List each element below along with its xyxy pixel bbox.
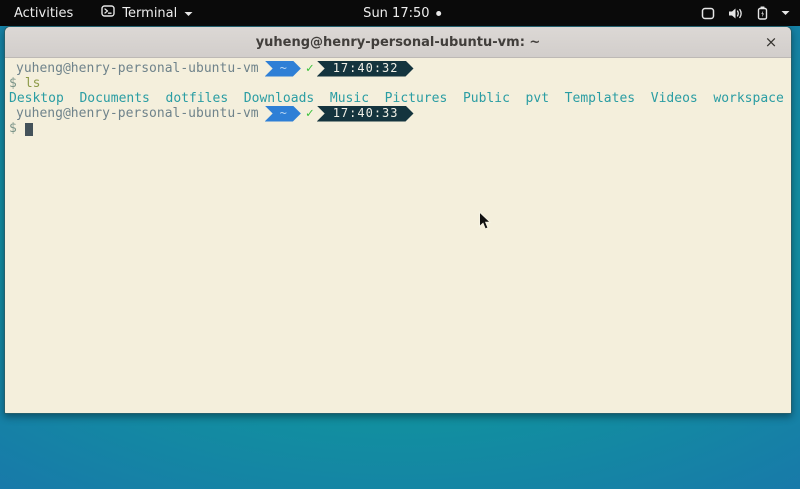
directory-name: workspace: [713, 91, 783, 106]
clock-label: Sun 17:50: [363, 6, 429, 21]
terminal-content[interactable]: yuheng@henry-personal-ubuntu-vm ~ ✓ 17:4…: [5, 58, 791, 413]
directory-name: pvt: [526, 91, 549, 106]
directory-name: Music: [330, 91, 369, 106]
prompt-symbol: $: [7, 121, 17, 136]
directory-name: Documents: [79, 91, 149, 106]
prompt-line-2: yuheng@henry-personal-ubuntu-vm ~ ✓ 17:4…: [7, 106, 789, 121]
prompt-user-host: yuheng@henry-personal-ubuntu-vm: [7, 61, 259, 76]
app-menu-terminal[interactable]: Terminal: [101, 5, 193, 21]
prompt-time-segment: 17:40:33: [317, 106, 414, 122]
app-menu-label: Terminal: [122, 6, 177, 21]
directory-name: Downloads: [244, 91, 314, 106]
battery-charging-icon: [757, 6, 768, 20]
directory-name: Desktop: [9, 91, 64, 106]
activities-button[interactable]: Activities: [14, 6, 73, 21]
notification-dot: [437, 11, 442, 16]
ls-output: Desktop Documents dotfiles Downloads Music Pi…: [7, 91, 789, 106]
desktop-background: yuheng@henry-personal-ubuntu-vm: ~ × yuh…: [0, 26, 800, 489]
top-bar: Activities Terminal Sun 17:50: [0, 0, 800, 26]
terminal-icon: [101, 5, 115, 21]
current-input-line[interactable]: $: [7, 121, 789, 136]
chevron-down-icon: [781, 10, 790, 16]
prompt-symbol: $: [7, 76, 17, 91]
prompt-cwd-segment: ~: [265, 106, 301, 122]
typed-command: ls: [25, 76, 41, 91]
window-titlebar[interactable]: yuheng@henry-personal-ubuntu-vm: ~ ×: [5, 27, 791, 58]
check-icon: ✓: [306, 61, 314, 76]
directory-name: dotfiles: [166, 91, 229, 106]
directory-name: Videos: [651, 91, 698, 106]
system-status-area[interactable]: [701, 6, 790, 20]
volume-icon: [728, 7, 744, 20]
prompt-line-1: yuheng@henry-personal-ubuntu-vm ~ ✓ 17:4…: [7, 61, 789, 76]
directory-name: Pictures: [385, 91, 448, 106]
screen: Activities Terminal Sun 17:50: [0, 0, 800, 489]
check-icon: ✓: [306, 106, 314, 121]
close-button[interactable]: ×: [759, 30, 783, 54]
chevron-down-icon: [184, 6, 193, 21]
prompt-time-segment: 17:40:32: [317, 61, 414, 77]
window-title: yuheng@henry-personal-ubuntu-vm: ~: [256, 35, 541, 50]
terminal-window[interactable]: yuheng@henry-personal-ubuntu-vm: ~ × yuh…: [4, 26, 792, 414]
command-line: $ ls: [7, 76, 789, 91]
clock-button[interactable]: Sun 17:50: [363, 0, 441, 26]
prompt-user-host: yuheng@henry-personal-ubuntu-vm: [7, 106, 259, 121]
directory-name: Templates: [565, 91, 635, 106]
directory-name: Public: [463, 91, 510, 106]
screen-icon: [701, 7, 715, 20]
text-cursor-block: [25, 123, 33, 136]
prompt-cwd-segment: ~: [265, 61, 301, 77]
